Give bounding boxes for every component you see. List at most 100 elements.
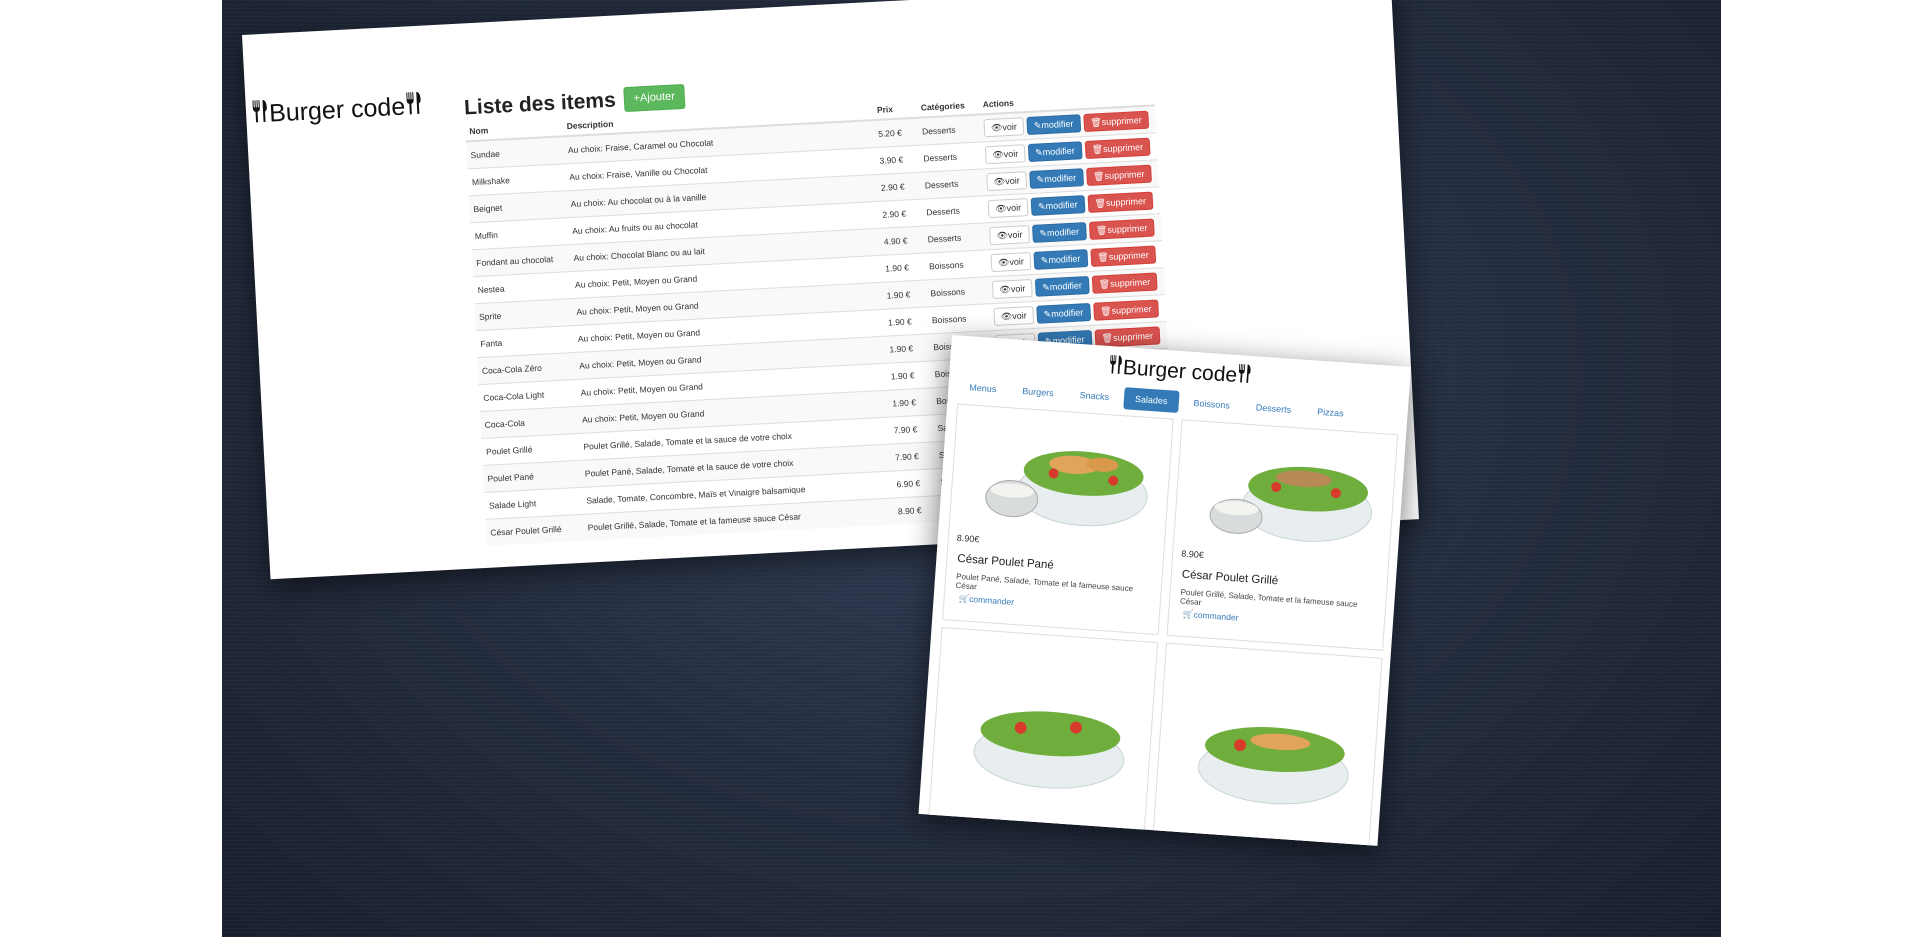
delete-button[interactable]: 🗑supprimer: [1092, 299, 1160, 321]
cart-icon: 🛒: [958, 593, 970, 604]
order-button[interactable]: 🛒commander: [1183, 609, 1239, 624]
fork-knife-icon: [1236, 363, 1253, 390]
product-card[interactable]: [926, 626, 1159, 846]
edit-button-label: modifier: [1050, 307, 1084, 320]
item-price: 8.90 €: [893, 495, 939, 525]
view-button-label: voir: [1011, 310, 1027, 322]
item-price: 1.90 €: [886, 360, 932, 391]
view-button[interactable]: 👁voir: [990, 252, 1032, 273]
salad-image: [1197, 727, 1349, 805]
trash-icon: 🗑: [1094, 198, 1107, 209]
item-price: 3.90 €: [874, 145, 921, 175]
delete-button-label: supprimer: [1112, 330, 1154, 343]
item-price: 5.20 €: [873, 117, 919, 148]
delete-button[interactable]: 🗑supprimer: [1088, 218, 1155, 240]
delete-button-label: supprimer: [1108, 249, 1150, 262]
item-category: Desserts: [921, 195, 985, 227]
tab-menus[interactable]: Menus: [958, 376, 1008, 401]
trash-icon: 🗑: [1099, 305, 1112, 317]
view-button-label: voir: [1006, 202, 1022, 214]
view-button[interactable]: 👁voir: [993, 305, 1035, 327]
item-category: Desserts: [920, 168, 984, 200]
view-button[interactable]: 👁voir: [987, 198, 1029, 219]
edit-button[interactable]: ✎modifier: [1030, 195, 1086, 216]
edit-button[interactable]: ✎modifier: [1036, 303, 1091, 324]
item-price: 1.90 €: [881, 280, 928, 310]
salad-image: [973, 711, 1125, 789]
trash-icon: 🗑: [1091, 144, 1104, 155]
admin-brand-text: Burger code: [268, 92, 406, 128]
edit-button-label: modifier: [1045, 199, 1078, 212]
view-button-label: voir: [1004, 175, 1020, 187]
presentation-backdrop: Burger code Liste des items +Ajouter Nom…: [222, 0, 1721, 937]
product-name: César Poulet Pané: [956, 552, 1055, 572]
trash-icon: 🗑: [1095, 224, 1108, 236]
delete-button[interactable]: 🗑supprimer: [1082, 110, 1150, 133]
delete-button[interactable]: 🗑supprimer: [1085, 164, 1152, 187]
tab-salades[interactable]: Salades: [1123, 387, 1180, 413]
edit-button-label: modifier: [1042, 145, 1075, 158]
delete-button-label: supprimer: [1109, 276, 1151, 289]
tab-snacks[interactable]: Snacks: [1068, 383, 1121, 409]
delete-button[interactable]: 🗑supprimer: [1087, 191, 1154, 213]
view-button[interactable]: 👁voir: [986, 171, 1028, 192]
tab-desserts[interactable]: Desserts: [1244, 396, 1303, 422]
delete-button[interactable]: 🗑supprimer: [1091, 272, 1158, 294]
trash-icon: 🗑: [1097, 251, 1110, 263]
fork-knife-icon: [404, 91, 424, 123]
product-card[interactable]: 8.90€ César Poulet Grillé Poulet Grillé,…: [1166, 419, 1399, 651]
product-card[interactable]: [1150, 642, 1383, 846]
item-price: 7.90 €: [889, 414, 935, 445]
view-button[interactable]: 👁voir: [984, 144, 1026, 165]
cart-icon: 🛒: [1182, 608, 1195, 620]
item-price: 7.90 €: [890, 441, 936, 472]
edit-button[interactable]: ✎modifier: [1034, 276, 1090, 297]
trash-icon: 🗑: [1101, 332, 1114, 344]
edit-button[interactable]: ✎modifier: [1027, 141, 1083, 163]
fork-knife-icon: [250, 99, 270, 131]
view-button-label: voir: [1003, 148, 1019, 160]
view-button[interactable]: 👁voir: [991, 278, 1033, 300]
delete-button-label: supprimer: [1107, 222, 1148, 235]
product-name: César Poulet Grillé: [1181, 568, 1279, 588]
edit-button-label: modifier: [1046, 226, 1080, 239]
tab-burgers[interactable]: Burgers: [1011, 379, 1066, 405]
item-price: 4.90 €: [879, 226, 925, 256]
product-card[interactable]: 8.90€ César Poulet Pané Poulet Pané, Sal…: [942, 403, 1174, 636]
item-price: 1.90 €: [883, 307, 929, 337]
column-header: Prix: [872, 98, 918, 121]
view-button-label: voir: [1009, 256, 1025, 268]
edit-button[interactable]: ✎modifier: [1029, 168, 1084, 189]
item-price: 6.90 €: [891, 468, 938, 499]
add-item-button[interactable]: +Ajouter: [622, 83, 686, 113]
order-label: commander: [1193, 609, 1239, 623]
edit-button[interactable]: ✎modifier: [1033, 249, 1088, 270]
edit-button[interactable]: ✎modifier: [1032, 222, 1087, 243]
delete-button-label: supprimer: [1101, 115, 1142, 128]
salad-image: [985, 451, 1148, 527]
product-price: 8.90€: [1180, 548, 1205, 561]
view-button-label: voir: [1002, 121, 1018, 133]
store-brand-text: Burger code: [1122, 356, 1238, 387]
delete-button[interactable]: 🗑supprimer: [1094, 326, 1161, 348]
tab-pizzas[interactable]: Pizzas: [1305, 400, 1355, 425]
edit-button-label: modifier: [1043, 172, 1077, 185]
edit-button-label: modifier: [1041, 118, 1074, 131]
view-button-label: voir: [1007, 229, 1023, 241]
admin-brand[interactable]: Burger code: [250, 91, 424, 131]
product-price: 8.90€: [956, 532, 980, 545]
delete-button[interactable]: 🗑supprimer: [1089, 245, 1157, 267]
item-price: 2.90 €: [877, 199, 923, 229]
item-price: 2.90 €: [876, 172, 922, 202]
trash-icon: 🗑: [1090, 117, 1102, 128]
edit-button-label: modifier: [1049, 280, 1083, 293]
item-name: César Poulet Grillé: [485, 514, 585, 546]
delete-button-label: supprimer: [1104, 168, 1145, 182]
edit-button[interactable]: ✎modifier: [1026, 114, 1081, 136]
store-screenshot: Burger code Menus Burgers Snacks Salades Boi…: [918, 335, 1411, 846]
view-button[interactable]: 👁voir: [989, 225, 1030, 246]
order-button[interactable]: 🛒commander: [958, 593, 1014, 608]
view-button[interactable]: 👁voir: [983, 117, 1025, 138]
delete-button[interactable]: 🗑supprimer: [1084, 137, 1151, 160]
tab-boissons[interactable]: Boissons: [1182, 391, 1242, 417]
